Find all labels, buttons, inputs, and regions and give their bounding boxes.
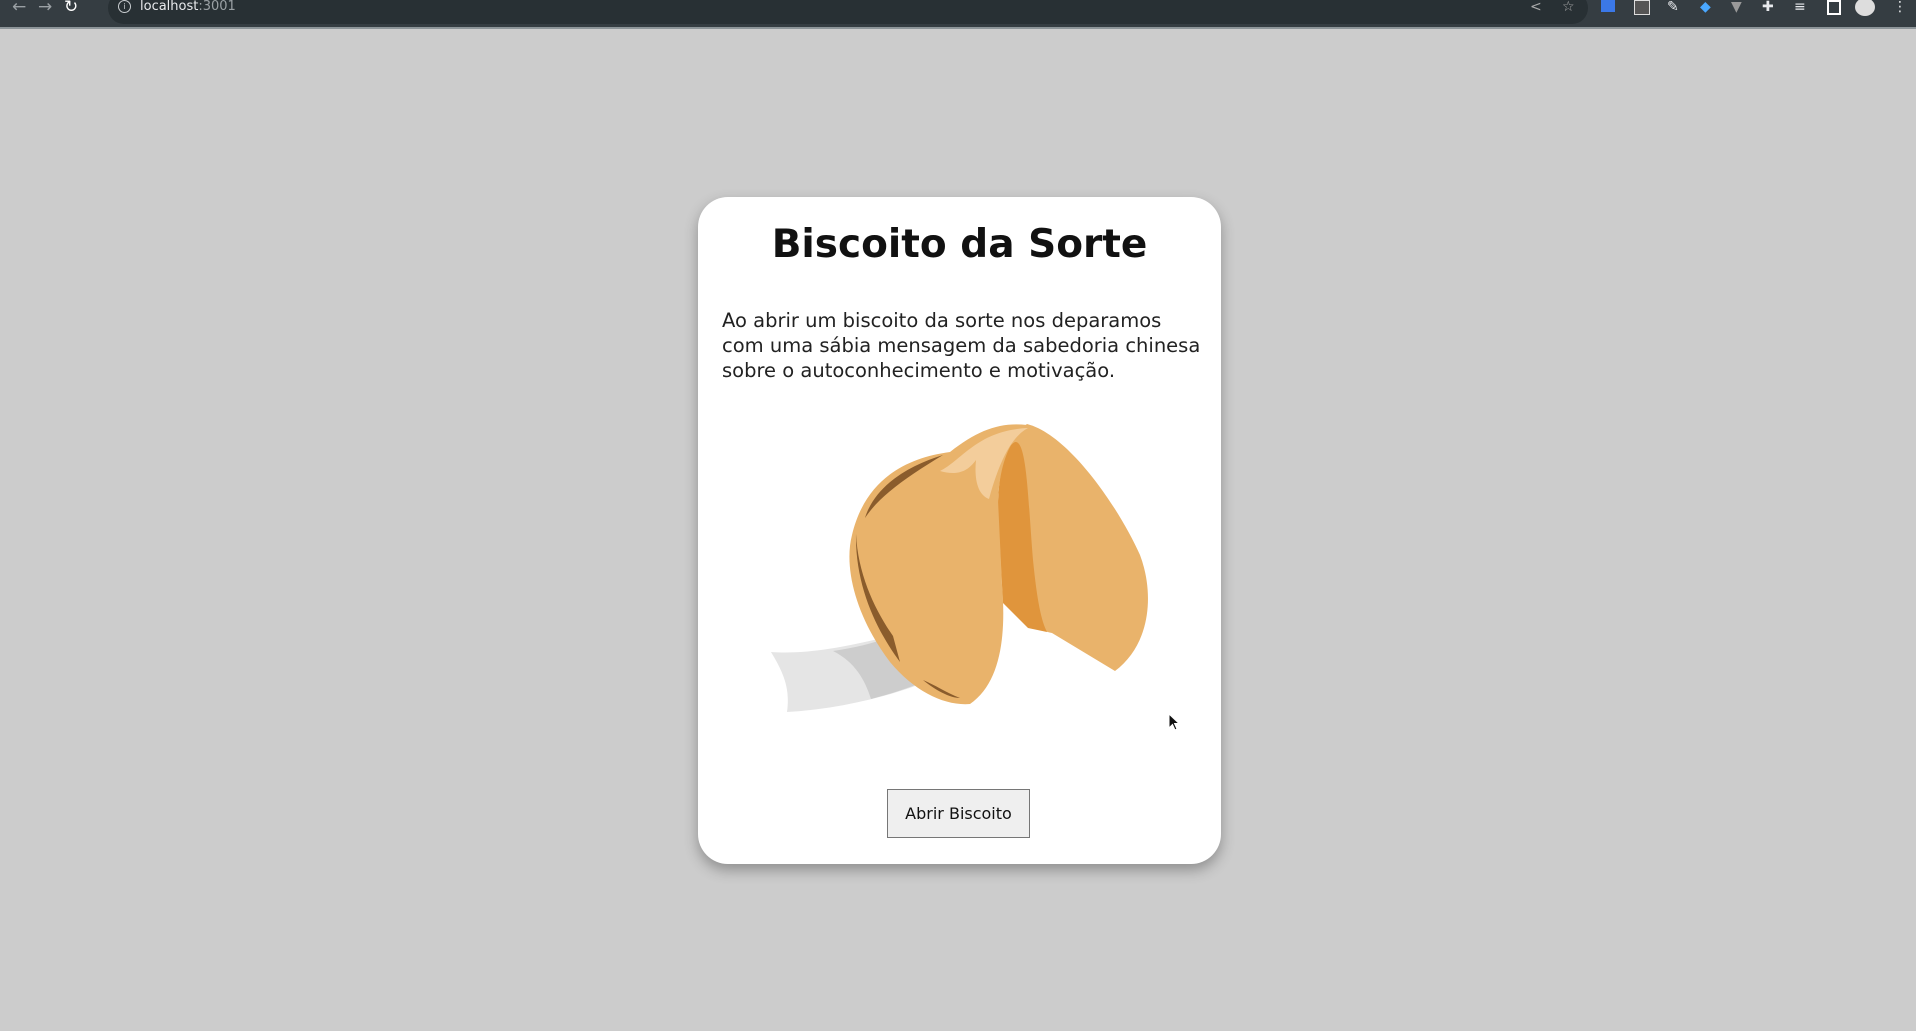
- url-text[interactable]: localhost:3001: [140, 0, 236, 14]
- info-icon[interactable]: i: [118, 0, 131, 13]
- pen-extension-icon[interactable]: ✎: [1667, 0, 1679, 14]
- extension-icon[interactable]: [1634, 0, 1650, 15]
- mouse-cursor-icon: [1168, 713, 1181, 731]
- vue-extension-icon[interactable]: ▼: [1731, 0, 1742, 14]
- share-icon[interactable]: <: [1530, 0, 1542, 14]
- page-title: Biscoito da Sorte: [771, 222, 1148, 267]
- description: Ao abrir um biscoito da sorte nos depara…: [722, 309, 1201, 382]
- puzzle-icon[interactable]: ✚: [1762, 0, 1774, 14]
- back-icon[interactable]: ←: [12, 0, 26, 16]
- address-bar[interactable]: [108, 0, 1588, 24]
- sidebar-icon[interactable]: [1827, 0, 1841, 15]
- star-icon[interactable]: ☆: [1562, 0, 1575, 14]
- gem-extension-icon[interactable]: ◆: [1700, 0, 1711, 14]
- url-port: :3001: [198, 0, 236, 14]
- forward-icon[interactable]: →: [38, 0, 52, 16]
- profile-avatar[interactable]: [1855, 0, 1875, 16]
- fortune-cookie-illustration: [771, 424, 1148, 712]
- open-cookie-button[interactable]: Abrir Biscoito: [887, 789, 1030, 838]
- menu-icon[interactable]: ⋮: [1893, 0, 1907, 14]
- translate-extension-icon[interactable]: [1601, 0, 1615, 12]
- reload-icon[interactable]: ↻: [64, 0, 78, 16]
- browser-toolbar: ← → ↻ i localhost:3001 < ☆ ✎ ◆ ▼ ✚ ≡ ⋮: [0, 0, 1916, 29]
- url-host: localhost: [140, 0, 199, 14]
- media-icon[interactable]: ≡: [1794, 0, 1806, 14]
